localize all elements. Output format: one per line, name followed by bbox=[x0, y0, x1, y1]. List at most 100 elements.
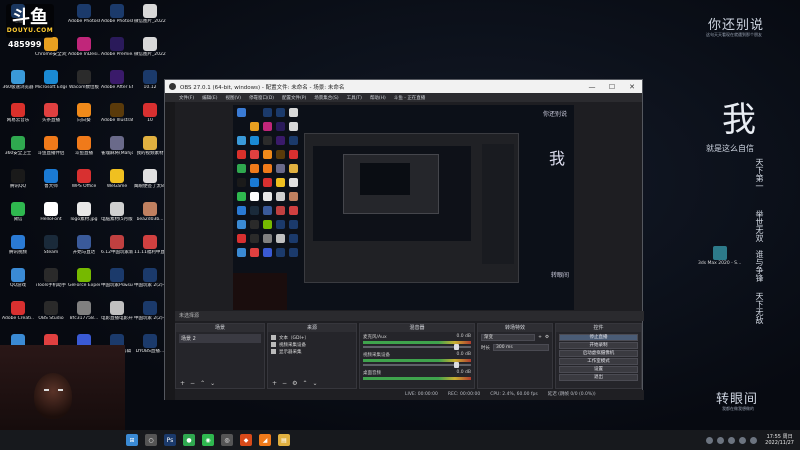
desktop-icon[interactable]: 腾讯视频 bbox=[2, 235, 34, 267]
exit-button[interactable]: 退出 bbox=[559, 374, 638, 381]
desktop-icon[interactable]: 电影直播电影开播 bbox=[101, 301, 133, 333]
photoshop-icon[interactable]: Ps bbox=[164, 434, 176, 446]
minimize-icon[interactable]: — bbox=[582, 83, 602, 91]
menu-item[interactable]: 帮助(H) bbox=[370, 95, 386, 101]
scene-item[interactable]: 场景 2 bbox=[179, 334, 261, 343]
stop-streaming-button[interactable]: 停止直播 bbox=[559, 334, 638, 341]
menu-item[interactable]: 工具(T) bbox=[347, 95, 362, 101]
desktop-icon[interactable]: 中国玩家 2(2)-2 bbox=[134, 268, 166, 300]
desktop-icon[interactable]: 鹰眼便签了太8号文件 bbox=[134, 169, 166, 201]
desktop-icon[interactable]: 微信图片_2022091... bbox=[134, 4, 166, 36]
desktop-icon[interactable]: 10.12 bbox=[134, 70, 166, 102]
desktop-icon[interactable]: Microsoft Edge bbox=[35, 70, 67, 102]
desktop-icon[interactable]: 360极速浏览器 bbox=[2, 70, 34, 102]
desktop-icon[interactable]: 头条直播 bbox=[35, 103, 67, 135]
desktop-icon[interactable]: Adobe Photosh... bbox=[68, 4, 100, 36]
desktop-icon[interactable]: Steam bbox=[35, 235, 67, 267]
source-item[interactable]: 视频采集设备 bbox=[271, 341, 353, 348]
desktop-icon[interactable]: Adobe Illustrat... bbox=[101, 103, 133, 135]
close-icon[interactable]: ✕ bbox=[622, 83, 642, 91]
move-up-icon[interactable]: ⌃ bbox=[302, 380, 307, 387]
desktop-icon[interactable]: 斗鱼直播伴侣 bbox=[35, 136, 67, 168]
studio-mode-button[interactable]: 工作室模式 bbox=[559, 358, 638, 365]
desktop-icon[interactable]: Adobe Photosh... bbox=[101, 4, 133, 36]
move-up-icon[interactable]: ⌃ bbox=[200, 380, 205, 387]
obs-icon[interactable]: ◎ bbox=[221, 434, 233, 446]
desktop-icon[interactable]: 雀魂麻将(Mahjong... bbox=[101, 136, 133, 168]
source-item[interactable]: 文本（GDI+） bbox=[271, 334, 353, 341]
desktop-icon[interactable]: logo素材.jpg bbox=[68, 202, 100, 234]
clock[interactable]: 17:55 周日 2022/11/27 bbox=[765, 434, 794, 446]
slider-knob[interactable] bbox=[454, 362, 459, 368]
menu-item[interactable]: 场景集合(S) bbox=[314, 95, 338, 101]
remove-icon[interactable]: − bbox=[282, 380, 287, 387]
source-item[interactable]: 显示器采集 bbox=[271, 348, 353, 355]
tray-icon[interactable] bbox=[706, 436, 714, 444]
menu-item[interactable]: 视图(V) bbox=[225, 95, 241, 101]
desktop-icon[interactable]: QQ游戏 bbox=[2, 268, 34, 300]
gear-icon[interactable]: ⚙ bbox=[292, 380, 297, 387]
desktop-icon[interactable]: 向日葵 bbox=[68, 103, 100, 135]
douyu-icon[interactable]: ◢ bbox=[259, 434, 271, 446]
desktop-icon[interactable]: iTools手机助手 bbox=[35, 268, 67, 300]
desktop-icon[interactable]: 网易云音乐 bbox=[2, 103, 34, 135]
desktop-icon[interactable]: 6.12中国玩家新直播 bbox=[101, 235, 133, 267]
menu-item[interactable]: 斗鱼 - 正在直播 bbox=[394, 95, 425, 101]
desktop-icon[interactable]: 8fc317758... bbox=[68, 301, 100, 333]
add-icon[interactable]: + bbox=[538, 335, 542, 340]
desktop-icon[interactable]: 鲁大师 bbox=[35, 169, 67, 201]
slider-knob[interactable] bbox=[454, 344, 459, 350]
remove-icon[interactable]: − bbox=[190, 380, 195, 387]
desktop-icon[interactable]: 开始与直达 bbox=[68, 235, 100, 267]
desktop-icon[interactable]: 中国玩家 2(2)-2 bbox=[134, 301, 166, 333]
desktop-icon[interactable]: WeGame bbox=[101, 169, 133, 201]
desktop-icon[interactable]: OBS Studio bbox=[35, 301, 67, 333]
move-down-icon[interactable]: ⌄ bbox=[210, 380, 215, 387]
start-recording-button[interactable]: 开始录制 bbox=[559, 342, 638, 349]
explorer-icon[interactable]: ▤ bbox=[278, 434, 290, 446]
desktop-icon[interactable]: 10 bbox=[134, 103, 166, 135]
add-icon[interactable]: + bbox=[272, 380, 277, 387]
obs-titlebar[interactable]: OBS 27.0.1 (64-bit, windows) - 配置文件: 未命名… bbox=[165, 80, 642, 93]
obs-preview[interactable]: 你还别说 我 转眼间 bbox=[233, 105, 574, 310]
desktop-icon[interactable]: 360安全卫士 bbox=[2, 136, 34, 168]
desktop-icon[interactable]: 腾讯QQ bbox=[2, 169, 34, 201]
volume-slider[interactable] bbox=[363, 344, 471, 350]
desktop-icon[interactable]: 中国玩家Ps&sue15 bbox=[101, 268, 133, 300]
add-icon[interactable]: + bbox=[180, 380, 185, 387]
desktop-icon[interactable]: HelloFont bbox=[35, 202, 67, 234]
tray-icon[interactable] bbox=[717, 436, 725, 444]
desktop-icon[interactable]: 电脑素材(5月版)最新1 bbox=[101, 202, 133, 234]
desktop-icon[interactable]: Adobe Premie... bbox=[101, 37, 133, 69]
settings-button[interactable]: 设置 bbox=[559, 366, 638, 373]
desktop-icon[interactable]: Adobe After Effects 2020 bbox=[101, 70, 133, 102]
desktop-icon[interactable]: Adobe InDesi... bbox=[68, 37, 100, 69]
desktop-icon[interactable]: 微信 bbox=[2, 202, 34, 234]
desktop-icon[interactable]: 11.11福利中直播 bbox=[134, 235, 166, 267]
maximize-icon[interactable]: ☐ bbox=[602, 83, 622, 91]
desktop-icon[interactable]: 我的视频素材 bbox=[134, 136, 166, 168]
desktop-icon[interactable]: DYOBS直播... bbox=[134, 334, 166, 366]
desktop-icon[interactable]: GeForce Experience bbox=[68, 268, 100, 300]
desktop-icon[interactable]: Wacom数位板 bbox=[68, 70, 100, 102]
desktop-icon[interactable]: 斗鱼直播 bbox=[68, 136, 100, 168]
windows-icon[interactable]: ⊞ bbox=[126, 434, 138, 446]
volume-slider[interactable] bbox=[363, 362, 471, 368]
desktop-icon[interactable]: Adobe Creati... bbox=[2, 301, 34, 333]
wechat-icon[interactable]: ◉ bbox=[202, 434, 214, 446]
gear-icon[interactable]: ⚙ bbox=[545, 335, 549, 340]
menu-item[interactable]: 编辑(E) bbox=[202, 95, 217, 101]
network-icon[interactable] bbox=[739, 436, 747, 444]
tray-icon[interactable] bbox=[728, 436, 736, 444]
app-icon[interactable]: ◆ bbox=[240, 434, 252, 446]
desktop-icon[interactable]: WPS Office bbox=[68, 169, 100, 201]
desktop-icon[interactable]: bea2d03b... bbox=[134, 202, 166, 234]
search-icon[interactable]: ○ bbox=[145, 434, 157, 446]
duration-input[interactable]: 300 ms bbox=[493, 344, 549, 351]
menu-item[interactable]: 停靠窗口(D) bbox=[249, 95, 274, 101]
menu-item[interactable]: 配置文件(P) bbox=[282, 95, 306, 101]
desktop-icon[interactable]: 微信图片_2022091... bbox=[134, 37, 166, 69]
transition-select[interactable]: 渐变 bbox=[481, 334, 536, 341]
move-down-icon[interactable]: ⌄ bbox=[312, 380, 317, 387]
chrome-icon[interactable]: ● bbox=[183, 434, 195, 446]
